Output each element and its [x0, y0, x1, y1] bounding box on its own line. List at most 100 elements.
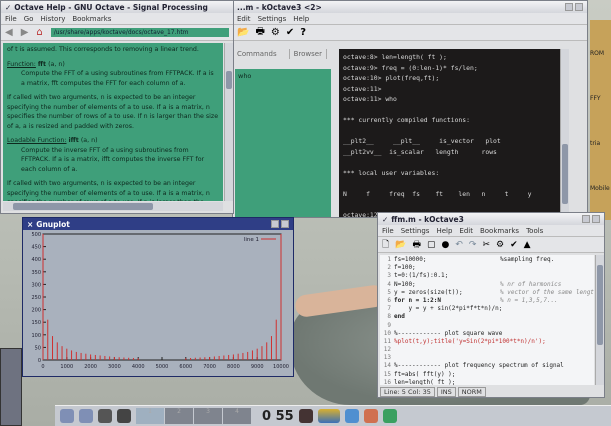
maximize-button[interactable] — [592, 215, 600, 223]
tray-icon[interactable] — [382, 409, 397, 423]
function-label-link[interactable]: Loadable Function: — [7, 137, 67, 144]
desktop-icon[interactable]: tria — [590, 110, 611, 155]
editor-title-bar[interactable]: ✓ ffm.m - kOctave3 — [378, 213, 604, 225]
window-title: Gnuplot — [36, 219, 70, 229]
tab-browser[interactable]: Browser — [288, 49, 327, 59]
maximize-button[interactable] — [575, 3, 583, 11]
desktop-icon[interactable]: FFY — [590, 65, 611, 110]
run-icon[interactable]: ▲ — [524, 240, 531, 250]
help-paragraph: Loadable Function: ifft (a, n) Compute th… — [7, 136, 219, 174]
terminal-scrollbar[interactable] — [560, 49, 569, 217]
tray-icon[interactable] — [363, 409, 378, 423]
menu-bookmarks[interactable]: Bookmarks — [480, 227, 519, 235]
command-history-item[interactable]: who — [238, 72, 251, 80]
tab-commands[interactable]: Commands — [233, 49, 281, 59]
pager-desktop[interactable]: 4 — [223, 408, 251, 424]
open-icon[interactable]: 📂 — [237, 27, 249, 38]
code-line: 6 for n = 1:2:N % n = 1,3,5,7... — [382, 297, 592, 305]
code-text: %------------ plot frequency spectrum of… — [394, 362, 564, 370]
code-line: 4 N=100; % nr of harmonics — [382, 281, 592, 289]
tools-icon[interactable]: ⚙ — [496, 240, 504, 250]
terminal-line: __plt2vv__ is_scalar length rows — [343, 147, 497, 156]
terminal[interactable]: octave:8> len=length( ft ); octave:9> fre… — [339, 49, 561, 217]
home-icon[interactable]: ⌂ — [36, 27, 42, 38]
minimize-button[interactable] — [565, 3, 573, 11]
help-paragraph: If called with two arguments, n is expec… — [7, 93, 219, 131]
app-launcher-icon[interactable] — [117, 409, 131, 423]
print-icon[interactable]: 🖶 — [255, 24, 264, 41]
print-icon[interactable]: 🖶 — [412, 237, 421, 253]
koctave-title-bar[interactable]: ...m - kOctave3 <2> — [233, 1, 587, 13]
back-icon[interactable]: ◀ — [5, 27, 13, 38]
function-label-link[interactable]: Function: — [7, 61, 36, 68]
code-editor[interactable]: 1 fs=10000; %sampling freq. 2 f=100; 3 t=0:(1/… — [380, 255, 594, 385]
code-line: 16 len=length( ft ); — [382, 379, 592, 385]
gnuplot-title-bar[interactable]: × Gnuplot — [23, 218, 293, 230]
forward-icon[interactable]: ▶ — [21, 27, 29, 38]
terminal-launcher-icon[interactable] — [79, 409, 93, 423]
tray-icon[interactable] — [298, 409, 313, 423]
close-icon[interactable]: × — [27, 220, 33, 229]
page-icon[interactable]: ▢ — [427, 240, 436, 250]
menu-help[interactable]: Help — [436, 227, 452, 235]
gnuplot-window: × Gnuplot 500 450 400 350 300 250 200 150 100 50 0 0… — [22, 217, 294, 377]
pager-desktop[interactable]: 1 — [136, 408, 164, 424]
menu-history[interactable]: History — [40, 15, 65, 23]
pager-desktop[interactable]: 3 — [194, 408, 222, 424]
editor-scrollbar[interactable] — [595, 255, 604, 385]
maximize-button[interactable] — [281, 220, 289, 228]
menu-settings[interactable]: Settings — [258, 15, 287, 23]
stop-icon[interactable]: ● — [441, 240, 449, 250]
x-tick-label: 6000 — [179, 364, 192, 370]
check-icon[interactable]: ✔ — [286, 27, 294, 38]
x-tick-label: 1000 — [60, 364, 73, 370]
line-number: 5 — [387, 288, 391, 296]
code-text: N=100; — [394, 280, 416, 288]
code-text: t=0:(1/fs):0.1; — [394, 272, 449, 280]
undo-icon[interactable]: ↶ — [455, 240, 463, 250]
tray-icon[interactable] — [317, 409, 340, 423]
cut-icon[interactable]: ✂ — [482, 240, 490, 250]
tools-icon[interactable]: ⚙ — [271, 27, 280, 38]
code-text: %plot(t,y);title('y=Sin(2*pi*100*t*n)/n'… — [394, 337, 546, 345]
help-horizontal-scrollbar[interactable] — [3, 202, 223, 211]
menu-file[interactable]: File — [382, 227, 394, 235]
redo-icon[interactable]: ↷ — [469, 240, 477, 250]
desktop-icon[interactable]: Mobile — [590, 155, 611, 200]
line-number: 13 — [383, 354, 391, 362]
menu-settings[interactable]: Settings — [401, 227, 430, 235]
help-vertical-scrollbar[interactable] — [224, 43, 233, 201]
window-title: Octave Help - GNU Octave - Signal Proces… — [14, 2, 208, 12]
menu-tools[interactable]: Tools — [526, 227, 543, 235]
code-line: 1 fs=10000; %sampling freq. — [382, 256, 592, 264]
pager-desktop[interactable]: 2 — [165, 408, 193, 424]
check-icon[interactable]: ✔ — [510, 240, 518, 250]
menu-help[interactable]: Help — [293, 15, 309, 23]
minimize-button[interactable] — [271, 220, 279, 228]
open-icon[interactable]: 📂 — [395, 240, 406, 250]
menu-edit[interactable]: Edit — [459, 227, 473, 235]
help-title-bar[interactable]: ✓ Octave Help - GNU Octave - Signal Proce… — [1, 1, 233, 13]
help-icon[interactable]: ? — [300, 27, 306, 38]
desktop-icon[interactable]: ROM — [590, 20, 611, 65]
code-line: 15 ft=abs( fft(y) ); — [382, 371, 592, 379]
help-toolbar: ◀ ▶ ⌂ /usr/share/apps/koctave/docs/octave_… — [1, 25, 233, 41]
app-launcher-icon[interactable] — [98, 409, 112, 423]
new-icon[interactable]: 🗋 — [382, 237, 389, 253]
y-tick-label: 250 — [31, 295, 41, 301]
location-field[interactable]: /usr/share/apps/koctave/docs/octave_17.h… — [50, 28, 229, 37]
kde-menu-icon[interactable] — [60, 409, 74, 423]
menu-edit[interactable]: Edit — [237, 15, 251, 23]
pin-icon: ✓ — [382, 214, 389, 224]
menu-bookmarks[interactable]: Bookmarks — [72, 15, 111, 23]
code-line: 3 t=0:(1/fs):0.1; — [382, 272, 592, 280]
tray-icon[interactable] — [344, 409, 359, 423]
line-number: 2 — [387, 264, 391, 272]
code-comment: % nr of harmonics — [500, 280, 562, 288]
menu-file[interactable]: File — [5, 15, 17, 23]
y-tick-label: 300 — [31, 282, 41, 288]
menu-go[interactable]: Go — [24, 15, 34, 23]
minimize-button[interactable] — [582, 215, 590, 223]
plot-frame — [42, 233, 282, 361]
